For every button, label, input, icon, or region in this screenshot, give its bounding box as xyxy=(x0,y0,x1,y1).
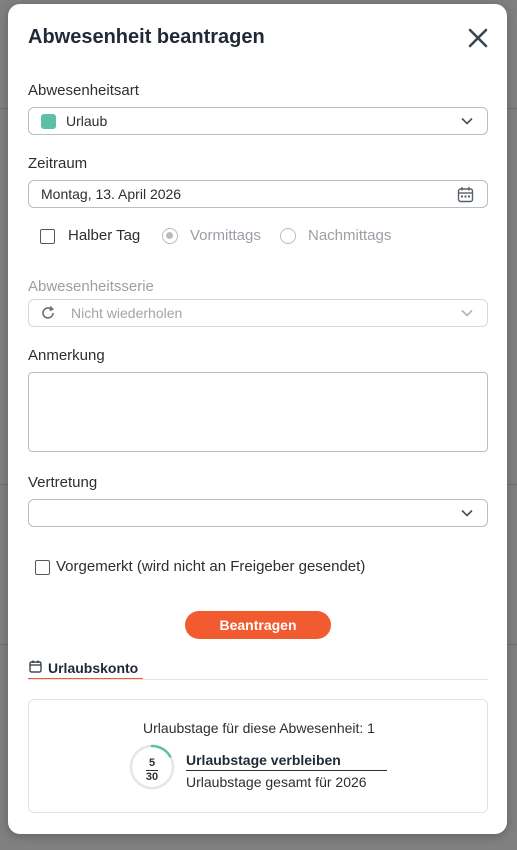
vacation-account-card: Urlaubstage für diese Abwesenheit: 1 5 3… xyxy=(28,699,488,813)
date-input[interactable]: Montag, 13. April 2026 xyxy=(28,180,488,208)
absence-type-value: Urlaub xyxy=(66,113,108,129)
refresh-icon xyxy=(42,306,54,319)
calendar-icon[interactable] xyxy=(457,186,474,203)
close-icon xyxy=(468,28,488,48)
afternoon-label: Nachmittags xyxy=(308,227,392,244)
chevron-down-icon xyxy=(461,117,473,125)
absence-type-label: Abwesenheitsart xyxy=(28,82,139,99)
days-for-absence: Urlaubstage für diese Abwesenheit: 1 xyxy=(143,720,375,736)
series-label: Abwesenheitsserie xyxy=(28,278,154,295)
substitute-label: Vertretung xyxy=(28,474,98,491)
remaining-divider xyxy=(186,770,387,771)
tab-vacation-account[interactable]: Urlaubskonto xyxy=(28,656,143,680)
morning-label: Vormittags xyxy=(190,227,261,244)
date-value: Montag, 13. April 2026 xyxy=(41,186,182,202)
series-value: Nicht wiederholen xyxy=(71,305,183,321)
absence-request-dialog: Abwesenheit beantragen Abwesenheitsart U… xyxy=(8,4,507,834)
submit-button[interactable]: Beantragen xyxy=(185,611,331,639)
tab-label: Urlaubskonto xyxy=(48,660,139,676)
chevron-down-icon xyxy=(461,309,473,317)
morning-radio[interactable] xyxy=(162,228,178,244)
series-select[interactable]: Nicht wiederholen xyxy=(28,299,488,327)
remaining-days-value: 5 xyxy=(148,757,156,769)
chevron-down-icon xyxy=(461,509,473,517)
tab-divider xyxy=(28,679,488,680)
note-label: Anmerkung xyxy=(28,347,105,364)
total-days-subtitle: Urlaubstage gesamt für 2026 xyxy=(186,774,367,790)
total-days-value: 30 xyxy=(145,771,159,783)
absence-type-color-swatch xyxy=(41,114,56,129)
half-day-checkbox[interactable] xyxy=(40,229,55,244)
half-day-label: Halber Tag xyxy=(68,227,141,244)
absence-type-select[interactable]: Urlaub xyxy=(28,107,488,135)
afternoon-radio[interactable] xyxy=(280,228,296,244)
calendar-icon xyxy=(29,660,42,673)
remaining-days-title: Urlaubstage verbleiben xyxy=(186,752,341,768)
period-label: Zeitraum xyxy=(28,155,88,172)
substitute-select[interactable] xyxy=(28,499,488,527)
reserved-label: Vorgemerkt (wird nicht an Freigeber gese… xyxy=(56,558,366,575)
close-button[interactable] xyxy=(464,24,492,52)
reserved-checkbox[interactable] xyxy=(35,560,50,575)
dialog-title: Abwesenheit beantragen xyxy=(28,26,265,48)
note-textarea[interactable] xyxy=(28,372,488,452)
